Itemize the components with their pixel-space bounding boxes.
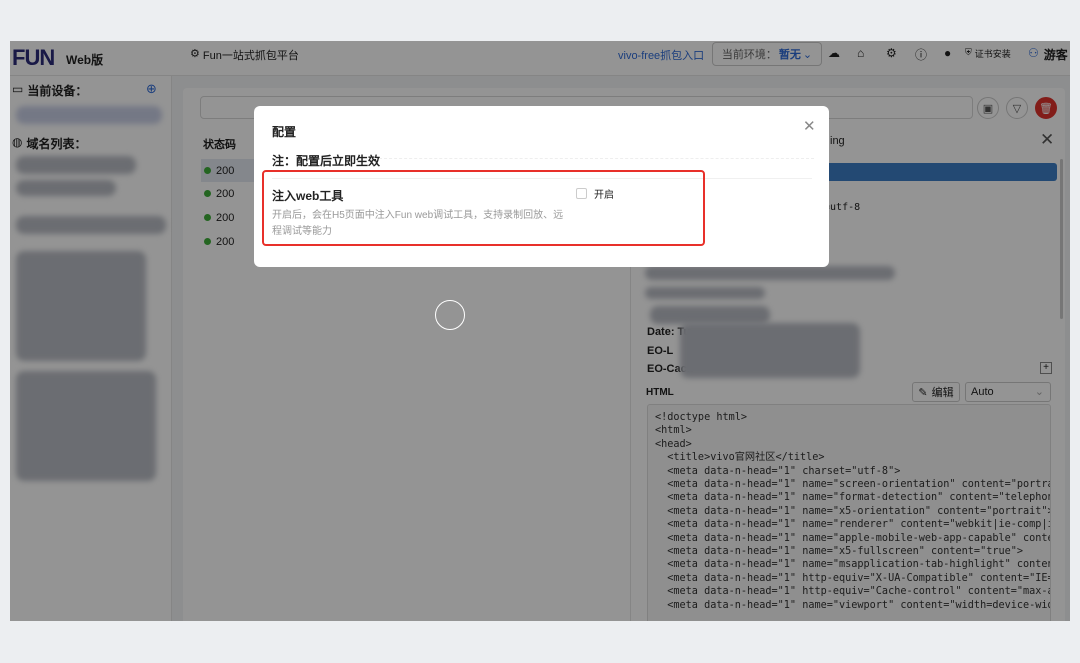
highlight-box xyxy=(262,170,705,246)
modal-note: 注：配置后立即生效 xyxy=(272,154,381,168)
cursor-indicator xyxy=(435,300,465,330)
modal-title: 配置 xyxy=(272,125,297,139)
divider xyxy=(374,158,814,159)
close-modal-icon[interactable]: ✕ xyxy=(803,117,816,135)
